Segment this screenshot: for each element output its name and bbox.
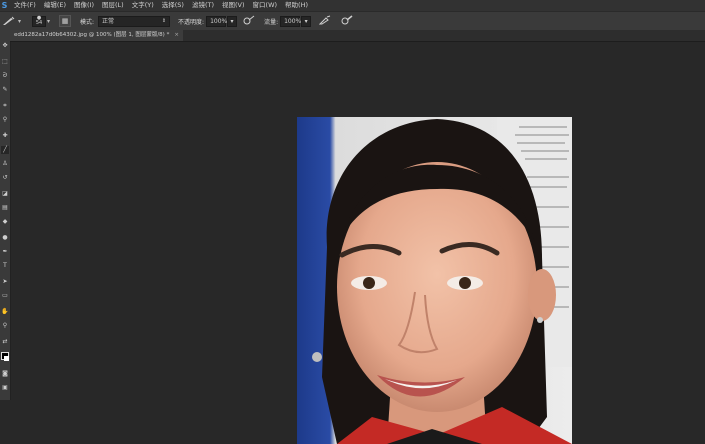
- chevron-down-icon: ▾: [230, 17, 234, 25]
- close-icon[interactable]: ×: [174, 30, 179, 41]
- left-iris: [363, 277, 375, 289]
- quick-select-tool-icon[interactable]: ✎: [1, 86, 9, 94]
- path-select-tool-icon[interactable]: ➤: [1, 278, 9, 286]
- crop-tool-icon[interactable]: ⌗: [1, 102, 9, 110]
- eyedropper-tool-icon[interactable]: ⚲: [1, 116, 9, 124]
- brush-tool-preset-dropdown[interactable]: ▾: [18, 18, 26, 25]
- document-image[interactable]: [297, 117, 572, 444]
- left-ear: [528, 269, 556, 321]
- marquee-tool-icon[interactable]: ⬚: [1, 58, 9, 66]
- opacity-field[interactable]: 100%: [206, 15, 228, 27]
- clone-stamp-tool-icon[interactable]: ♙: [1, 160, 9, 168]
- lasso-tool-icon[interactable]: ᘐ: [1, 72, 9, 80]
- brush-tool-icon[interactable]: [2, 16, 18, 26]
- screen-mode-icon[interactable]: ▣: [1, 384, 9, 392]
- gradient-tool-icon[interactable]: ▤: [1, 204, 9, 212]
- opacity-dropdown[interactable]: ▾: [227, 15, 238, 27]
- menu-edit[interactable]: 编辑(E): [44, 0, 66, 11]
- menu-help[interactable]: 帮助(H): [285, 0, 308, 11]
- chevron-updown-icon: ⇕: [161, 17, 167, 24]
- flow-label: 流量:: [264, 18, 279, 26]
- healing-brush-tool-icon[interactable]: ✚: [1, 132, 9, 140]
- earring: [537, 317, 543, 323]
- menu-type[interactable]: 文字(Y): [132, 0, 154, 11]
- default-colors-icon[interactable]: ⇄: [1, 338, 9, 346]
- options-bar: ▾ ● 54 ▾ ▦ 模式: 正常 ⇕ 不透明度: 100% ▾ 流量: 100…: [0, 11, 705, 31]
- opacity-label: 不透明度:: [178, 18, 205, 26]
- move-tool-icon[interactable]: ✥: [1, 42, 9, 50]
- opacity-value: 100%: [210, 17, 228, 25]
- mode-value: 正常: [102, 17, 115, 25]
- chevron-down-icon: ▾: [304, 17, 308, 25]
- airbrush-icon[interactable]: [318, 15, 333, 27]
- canvas-area[interactable]: [11, 42, 705, 444]
- brush-panel-toggle-icon[interactable]: ▦: [59, 15, 71, 27]
- brush-size-picker[interactable]: ● 54: [32, 15, 46, 27]
- menu-layer[interactable]: 图层(L): [102, 0, 124, 11]
- quick-mask-icon[interactable]: ◙: [1, 370, 9, 378]
- right-iris: [459, 277, 471, 289]
- menu-file[interactable]: 文件(F): [14, 0, 36, 11]
- document-tab-title: edd1282a17d0b64302.jpg @ 100% (图层 1, 图层蒙…: [14, 32, 170, 38]
- flow-field[interactable]: 100%: [280, 15, 302, 27]
- tools-panel: ✥ ⬚ ᘐ ✎ ⌗ ⚲ ✚ ╱ ♙ ↺ ◪ ▤ ◆ ● ✒ T ➤ ▭ ✋ ⚲ …: [0, 30, 11, 400]
- brush-size-value: 54: [35, 20, 43, 26]
- pen-tool-icon[interactable]: ✒: [1, 248, 9, 256]
- menu-select[interactable]: 选择(S): [162, 0, 184, 11]
- brush-size-dropdown[interactable]: ▾: [47, 18, 55, 25]
- menu-image[interactable]: 图像(I): [74, 0, 94, 11]
- background-color-swatch[interactable]: [4, 356, 9, 361]
- document-tab-bar: edd1282a17d0b64302.jpg @ 100% (图层 1, 图层蒙…: [10, 30, 705, 42]
- photoshop-logo-icon: S: [1, 1, 8, 10]
- flow-dropdown[interactable]: ▾: [301, 15, 312, 27]
- shape-tool-icon[interactable]: ▭: [1, 292, 9, 300]
- type-tool-icon[interactable]: T: [1, 262, 9, 270]
- dodge-tool-icon[interactable]: ●: [1, 234, 9, 242]
- brush-tool-icon[interactable]: ╱: [1, 146, 9, 154]
- eraser-tool-icon[interactable]: ◪: [1, 190, 9, 198]
- menu-bar: S 文件(F) 编辑(E) 图像(I) 图层(L) 文字(Y) 选择(S) 滤镜…: [0, 0, 705, 11]
- mode-select[interactable]: 正常 ⇕: [98, 15, 171, 27]
- hand-tool-icon[interactable]: ✋: [1, 308, 9, 316]
- pressure-size-icon[interactable]: [341, 15, 355, 27]
- blur-tool-icon[interactable]: ◆: [1, 218, 9, 226]
- menu-view[interactable]: 视图(V): [222, 0, 245, 11]
- pressure-opacity-icon[interactable]: [243, 15, 257, 27]
- dangle-earring: [312, 352, 322, 362]
- history-brush-tool-icon[interactable]: ↺: [1, 174, 9, 182]
- zoom-tool-icon[interactable]: ⚲: [1, 322, 9, 330]
- menu-window[interactable]: 窗口(W): [253, 0, 278, 11]
- flow-value: 100%: [284, 17, 302, 25]
- document-tab[interactable]: edd1282a17d0b64302.jpg @ 100% (图层 1, 图层蒙…: [10, 30, 183, 41]
- menu-filter[interactable]: 滤镜(T): [192, 0, 214, 11]
- mode-label: 模式:: [80, 18, 95, 26]
